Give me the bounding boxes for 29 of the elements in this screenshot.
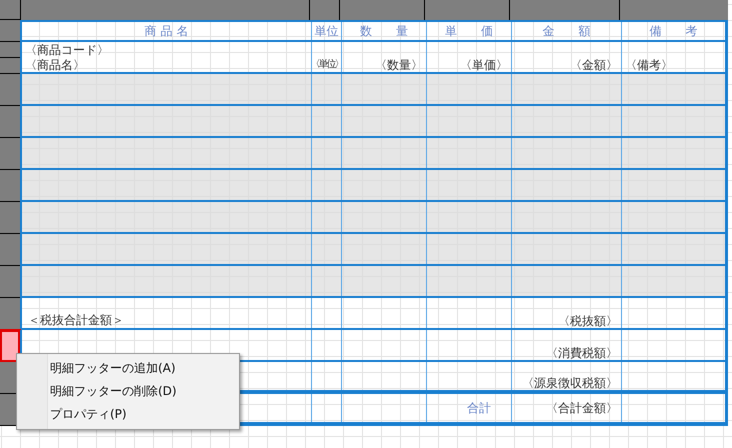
band-marker[interactable]	[0, 202, 20, 234]
menu-item[interactable]: 明細フッターの削除(D)	[17, 380, 239, 403]
column-header: 金 額	[542, 22, 590, 40]
band-marker[interactable]	[0, 20, 20, 42]
footer-field: 〈税抜額〉	[558, 314, 618, 328]
column-header: 単 価	[445, 22, 493, 40]
total-label: 合計	[467, 400, 491, 416]
band-marker[interactable]	[0, 74, 20, 106]
column-header: 備 考	[650, 22, 698, 40]
band-marker[interactable]	[0, 234, 20, 266]
menu-item[interactable]: プロパティ(P)	[17, 403, 239, 426]
band-marker[interactable]	[0, 298, 20, 330]
column-header: 単位	[314, 22, 338, 40]
footer-label: ＜税抜合計金額＞	[28, 313, 124, 327]
band-marker[interactable]	[0, 170, 20, 202]
band-marker[interactable]	[0, 58, 20, 74]
footer-field: 〈消費税額〉	[546, 346, 618, 360]
band-marker[interactable]	[0, 138, 20, 170]
band-marker[interactable]	[0, 0, 20, 20]
band-marker[interactable]	[0, 106, 20, 138]
footer-field: 〈源泉徴収税額〉	[522, 376, 618, 390]
column-header: 数 量	[360, 22, 408, 40]
footer-field: 〈合計金額〉	[546, 401, 618, 415]
band-marker[interactable]	[0, 266, 20, 298]
band-marker[interactable]	[0, 330, 20, 362]
data-field[interactable]: 〈商品コード〉	[25, 43, 109, 57]
column-header: 商 品 名	[144, 22, 188, 40]
band-marker[interactable]	[0, 42, 20, 58]
menu-item[interactable]: 明細フッターの追加(A)	[17, 357, 239, 380]
